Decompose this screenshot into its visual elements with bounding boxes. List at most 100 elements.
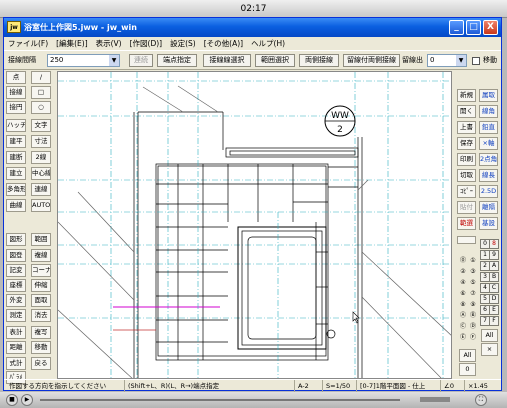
layer-group-button[interactable]: ⑥ bbox=[458, 290, 468, 300]
layer-group-button[interactable]: Ⓐ bbox=[458, 312, 468, 322]
layer-group-button[interactable]: ④ bbox=[458, 279, 468, 289]
right-tool-button[interactable]: 2.5D bbox=[479, 185, 498, 198]
range-select-button[interactable]: 範囲選択 bbox=[255, 54, 295, 67]
left-tool-button[interactable]: 点 bbox=[6, 71, 26, 84]
layer-button[interactable]: 9 bbox=[489, 250, 499, 260]
right-tool-button[interactable]: 範選 bbox=[457, 217, 476, 230]
left-tool-button[interactable]: ハッチ bbox=[6, 119, 26, 132]
menu-help[interactable]: ヘルプ(H) bbox=[247, 37, 289, 50]
left-tool-button[interactable]: 建立 bbox=[6, 167, 26, 180]
layer-group-button[interactable]: ② bbox=[458, 268, 468, 278]
right-tool-button[interactable]: 線角 bbox=[479, 105, 498, 118]
right-tool-button[interactable]: 線長 bbox=[479, 169, 498, 182]
layer-button[interactable]: D bbox=[489, 294, 499, 304]
play-icon[interactable]: ▶ bbox=[21, 394, 33, 406]
status-angle[interactable]: ∠0 bbox=[440, 380, 464, 392]
left-tool-button[interactable]: 戻る bbox=[31, 357, 51, 370]
stop-line-select[interactable]: 0 ▼ bbox=[427, 54, 467, 67]
left-tool-button[interactable]: 建平 bbox=[6, 135, 26, 148]
spacing-select[interactable]: 250 ▼ bbox=[47, 54, 120, 67]
fullscreen-icon[interactable]: ⛶ bbox=[475, 394, 487, 406]
layer-button[interactable]: B bbox=[489, 272, 499, 282]
move-checkbox[interactable] bbox=[472, 57, 480, 65]
menu-view[interactable]: 表示(V) bbox=[92, 37, 126, 50]
both-sides-stop-button[interactable]: 留線付両側接線 bbox=[343, 54, 400, 67]
right-tool-button[interactable]: 離隔 bbox=[479, 201, 498, 214]
left-tool-button[interactable]: 連線 bbox=[31, 183, 51, 196]
layer-control-button[interactable]: All bbox=[459, 349, 476, 362]
left-tool-button[interactable]: 図登 bbox=[6, 249, 26, 262]
maximize-button[interactable]: □ bbox=[466, 20, 481, 35]
layer-group-button[interactable]: ⓪ bbox=[458, 257, 468, 267]
both-sides-button[interactable]: 両側接線 bbox=[299, 54, 339, 67]
left-tool-button[interactable]: 距離 bbox=[6, 341, 26, 354]
layer-button[interactable]: A bbox=[489, 261, 499, 271]
right-tool-button[interactable]: 属取 bbox=[479, 89, 498, 102]
left-tool-button[interactable]: □ bbox=[31, 86, 51, 99]
left-tool-button[interactable]: 寸法 bbox=[31, 135, 51, 148]
right-tool-button[interactable]: 印刷 bbox=[457, 153, 476, 166]
layer-group-button[interactable]: Ⓑ bbox=[468, 312, 478, 322]
right-tool-button[interactable]: 2点角 bbox=[479, 153, 498, 166]
endpoint-button[interactable]: 端点指定 bbox=[157, 54, 197, 67]
status-layer[interactable]: [0-7]1階平面図 - 仕上 bbox=[356, 380, 440, 392]
left-tool-button[interactable]: 図形 bbox=[6, 233, 26, 246]
left-tool-button[interactable]: 複写 bbox=[31, 326, 51, 339]
close-icon[interactable]: × bbox=[481, 343, 498, 356]
status-paper[interactable]: A-2 bbox=[294, 380, 322, 392]
line-width-indicator[interactable] bbox=[457, 236, 476, 244]
right-tool-button[interactable]: ｺﾋﾟｰ bbox=[457, 185, 476, 198]
left-tool-button[interactable]: 面取 bbox=[31, 294, 51, 307]
continuous-button[interactable]: 連続 bbox=[129, 54, 153, 67]
menu-other[interactable]: [その他(A)] bbox=[200, 37, 247, 50]
minimize-button[interactable]: _ bbox=[449, 20, 464, 35]
left-tool-button[interactable]: 多角形 bbox=[6, 183, 26, 196]
left-tool-button[interactable]: 文字 bbox=[31, 119, 51, 132]
layer-button[interactable]: F bbox=[489, 316, 499, 326]
layer-button[interactable]: C bbox=[489, 283, 499, 293]
layer-group-button[interactable]: ⑨ bbox=[468, 301, 478, 311]
left-tool-button[interactable]: 接円 bbox=[6, 101, 26, 114]
left-tool-button[interactable]: 建断 bbox=[6, 151, 26, 164]
menu-edit[interactable]: [編集(E)] bbox=[52, 37, 91, 50]
volume-slider[interactable] bbox=[420, 397, 450, 402]
right-tool-button[interactable]: 上書 bbox=[457, 121, 476, 134]
layer-control-button[interactable]: 0 bbox=[459, 363, 476, 376]
left-tool-button[interactable]: / bbox=[31, 71, 51, 84]
left-tool-button[interactable]: 複線 bbox=[31, 249, 51, 262]
seek-track[interactable] bbox=[40, 399, 400, 401]
left-tool-button[interactable]: 消去 bbox=[31, 309, 51, 322]
menu-settings[interactable]: 設定(S) bbox=[166, 37, 200, 50]
left-tool-button[interactable]: 伸縮 bbox=[31, 279, 51, 292]
left-tool-button[interactable]: 2線 bbox=[31, 151, 51, 164]
layer-button[interactable]: E bbox=[489, 305, 499, 315]
left-tool-button[interactable]: ○ bbox=[31, 101, 51, 114]
right-tool-button[interactable]: 保存 bbox=[457, 137, 476, 150]
layer-control-button[interactable]: All bbox=[481, 329, 498, 342]
right-tool-button[interactable]: 開く bbox=[457, 105, 476, 118]
tangent-select-button[interactable]: 接線線選択 bbox=[203, 54, 251, 67]
left-tool-button[interactable]: 表計 bbox=[6, 326, 26, 339]
left-tool-button[interactable]: 曲線 bbox=[6, 199, 26, 212]
left-tool-button[interactable]: 式計 bbox=[6, 357, 26, 370]
left-tool-button[interactable]: 範囲 bbox=[31, 233, 51, 246]
left-tool-button[interactable]: 測定 bbox=[6, 309, 26, 322]
menu-draw[interactable]: [作図(D)] bbox=[126, 37, 166, 50]
layer-button[interactable]: 8 bbox=[489, 239, 499, 249]
menu-file[interactable]: ファイル(F) bbox=[4, 37, 52, 50]
status-zoom[interactable]: ×1.45 bbox=[464, 380, 501, 392]
close-button[interactable]: X bbox=[483, 20, 498, 35]
drawing-canvas[interactable]: WW 2 bbox=[57, 71, 452, 379]
right-tool-button[interactable]: 鉛直 bbox=[479, 121, 498, 134]
right-tool-button[interactable]: 貼付 bbox=[457, 201, 476, 214]
left-tool-button[interactable]: 中心線 bbox=[31, 167, 51, 180]
right-tool-button[interactable]: 新規 bbox=[457, 89, 476, 102]
layer-group-button[interactable]: ⑦ bbox=[468, 290, 478, 300]
stop-icon[interactable]: ■ bbox=[6, 394, 18, 406]
layer-group-button[interactable]: ③ bbox=[468, 268, 478, 278]
left-tool-button[interactable]: 移動 bbox=[31, 341, 51, 354]
status-scale[interactable]: S=1/50 bbox=[322, 380, 356, 392]
right-tool-button[interactable]: 基設 bbox=[479, 217, 498, 230]
layer-group-button[interactable]: Ⓒ bbox=[458, 323, 468, 333]
left-tool-button[interactable]: AUTO bbox=[31, 199, 51, 212]
